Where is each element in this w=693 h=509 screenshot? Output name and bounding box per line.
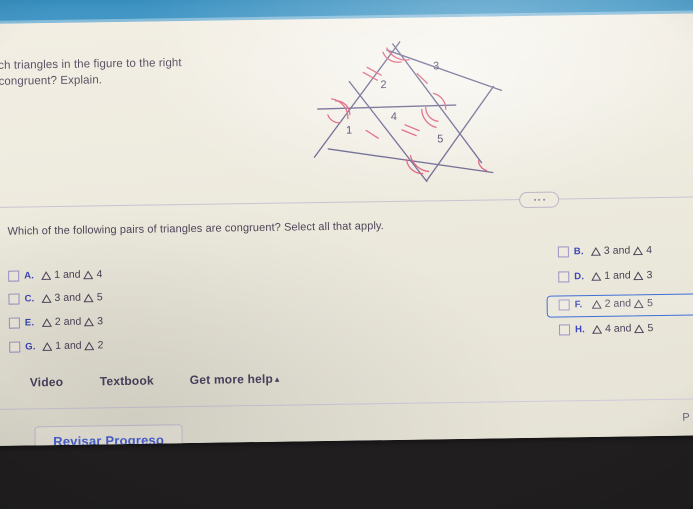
dot-icon: [538, 198, 541, 201]
review-progress-button[interactable]: Revisar Progreso: [34, 424, 183, 446]
svg-text:2: 2: [380, 79, 386, 91]
option-f-triangle-1: 2: [604, 297, 611, 310]
option-d-triangle-1: 1: [604, 269, 611, 282]
option-d-triangle-2: 3: [646, 269, 653, 282]
get-more-help-label: Get more help: [189, 371, 274, 388]
option-a-label: 1 and 4: [41, 268, 102, 281]
triangle-icon: [41, 270, 52, 280]
option-f-conjunction: and: [613, 297, 632, 310]
triangle-icon: [591, 271, 602, 281]
question-line-2: are congruent? Explain.: [0, 74, 103, 88]
triangle-icon: [634, 298, 645, 308]
triangle-icon: [591, 299, 602, 309]
dot-icon: [533, 198, 536, 201]
triangle-icon: [83, 270, 94, 279]
option-e-triangle-1: 2: [54, 315, 61, 329]
checkbox-e[interactable]: [8, 317, 20, 329]
option-a[interactable]: A. 1 and 4: [8, 268, 102, 282]
option-h-letter: H.: [574, 323, 586, 335]
option-h-triangle-1: 4: [604, 322, 611, 335]
option-c[interactable]: C. 3 and 5: [8, 291, 103, 305]
congruent-triangles-figure: 2 3 1 4 5: [305, 34, 517, 187]
option-d-letter: D.: [574, 270, 585, 282]
checkbox-b[interactable]: [557, 245, 569, 258]
triangle-icon: [634, 323, 645, 333]
option-e-label: 2 and 3: [41, 315, 104, 329]
option-f[interactable]: F. 2 and 5: [558, 297, 653, 311]
option-b-conjunction: and: [612, 244, 631, 257]
checkbox-d[interactable]: [558, 270, 570, 283]
option-c-triangle-1: 3: [54, 291, 61, 305]
option-a-triangle-2: 4: [96, 268, 103, 281]
option-a-conjunction: and: [62, 268, 81, 281]
option-b-letter: B.: [573, 245, 584, 257]
triangle-icon: [590, 246, 601, 256]
option-e[interactable]: E. 2 and 3: [8, 315, 104, 329]
option-c-conjunction: and: [63, 291, 81, 304]
triangle-icon: [633, 245, 644, 255]
svg-text:5: 5: [437, 133, 443, 145]
triangle-icon: [41, 293, 52, 303]
option-h-conjunction: and: [613, 322, 632, 335]
option-d[interactable]: D. 1 and 3: [558, 269, 653, 283]
option-e-triangle-2: 3: [97, 315, 104, 328]
option-d-label: 1 and 3: [591, 269, 653, 282]
option-g-conjunction: and: [63, 339, 82, 352]
divider-rule: [0, 196, 693, 208]
option-f-label: 2 and 5: [591, 297, 653, 310]
option-h-triangle-2: 5: [647, 322, 654, 335]
option-h-label: 4 and 5: [592, 322, 653, 335]
checkbox-g[interactable]: [9, 341, 21, 353]
option-c-label: 3 and 5: [41, 291, 103, 305]
svg-text:3: 3: [433, 60, 439, 72]
triangle-icon: [42, 341, 53, 351]
caret-up-icon: ▴: [274, 374, 280, 384]
triangle-icon: [84, 317, 95, 326]
triangle-icon: [633, 270, 644, 280]
option-b-triangle-2: 4: [646, 244, 653, 257]
dot-icon: [542, 198, 545, 201]
triangle-icon: [592, 324, 603, 334]
option-g-triangle-1: 1: [55, 339, 62, 353]
option-c-letter: C.: [24, 292, 35, 304]
option-b[interactable]: B. 3 and 4: [557, 244, 653, 258]
checkbox-f[interactable]: [558, 298, 570, 311]
monitor-photo: Which triangles in the figure to the rig…: [0, 0, 693, 509]
checkbox-c[interactable]: [8, 293, 20, 305]
svg-text:4: 4: [391, 111, 397, 123]
sub-question-prompt: Which of the following pairs of triangle…: [7, 220, 384, 238]
triangle-icon: [41, 317, 52, 327]
get-more-help-button[interactable]: Get more help ▴: [190, 372, 280, 387]
checkbox-h[interactable]: [558, 323, 571, 336]
option-e-letter: E.: [24, 316, 35, 328]
option-b-label: 3 and 4: [590, 244, 653, 257]
assignment-page: Which triangles in the figure to the rig…: [0, 13, 693, 446]
triangle-icon: [83, 293, 94, 302]
option-g-triangle-2: 2: [97, 339, 104, 352]
checkbox-a[interactable]: [8, 270, 20, 282]
option-d-conjunction: and: [613, 269, 631, 282]
option-a-letter: A.: [24, 269, 35, 281]
video-help-link[interactable]: Video: [30, 375, 64, 389]
svg-text:1: 1: [346, 125, 352, 137]
option-g[interactable]: G. 1 and 2: [9, 339, 104, 353]
option-c-triangle-2: 5: [96, 291, 103, 304]
triangle-icon: [84, 341, 95, 350]
option-g-letter: G.: [25, 340, 36, 352]
option-f-triangle-2: 5: [646, 297, 653, 310]
question-line-1: Which triangles in the figure to the rig…: [0, 57, 182, 73]
option-h[interactable]: H. 4 and 5: [558, 322, 653, 336]
footer-right-partial-text: P: [682, 411, 690, 424]
section-divider: [0, 189, 693, 214]
option-e-conjunction: and: [63, 315, 82, 328]
option-b-triangle-1: 3: [603, 244, 610, 257]
more-options-dots-button[interactable]: [518, 191, 560, 209]
option-g-label: 1 and 2: [42, 339, 104, 353]
screen-surface: Which triangles in the figure to the rig…: [0, 0, 693, 446]
option-a-triangle-1: 1: [54, 268, 61, 282]
option-f-letter: F.: [574, 298, 583, 310]
textbook-help-link[interactable]: Textbook: [100, 374, 154, 389]
